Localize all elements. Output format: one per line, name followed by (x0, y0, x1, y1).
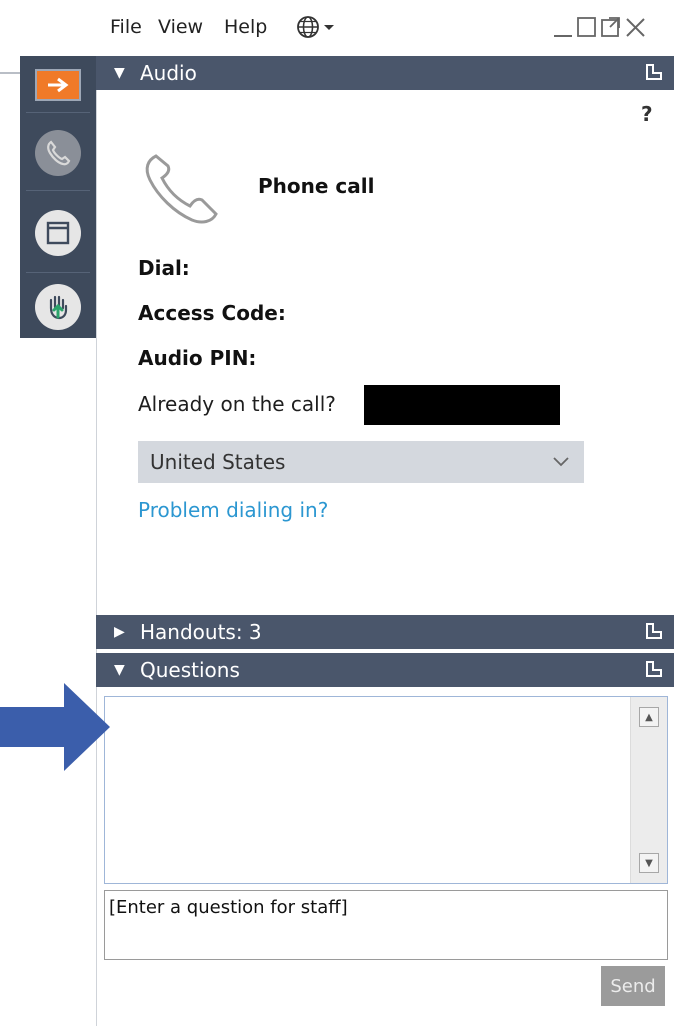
problem-dialing-link[interactable]: Problem dialing in? (138, 498, 328, 522)
divider-line (0, 72, 20, 74)
menu-bar: File View Help (96, 0, 674, 56)
phone-icon (35, 130, 81, 176)
handouts-header-title: Handouts: 3 (140, 620, 262, 644)
scrollbar[interactable]: ▲ ▼ (630, 697, 667, 883)
minimize-icon[interactable] (552, 14, 574, 48)
scroll-up-button[interactable]: ▲ (639, 707, 659, 727)
language-globe-icon[interactable] (294, 13, 340, 46)
dial-label: Dial: (138, 256, 190, 280)
redacted-box (364, 385, 560, 425)
toolbar-raise-hand-button[interactable] (20, 276, 96, 338)
country-select-value: United States (150, 450, 286, 474)
expand-triangle-icon: ▶ (114, 624, 125, 640)
popout-icon[interactable] (600, 14, 622, 48)
question-input[interactable] (104, 890, 668, 960)
maximize-icon[interactable] (576, 14, 598, 48)
popout-icon[interactable] (646, 661, 662, 677)
pointer-arrow-icon (0, 683, 112, 775)
access-code-label: Access Code: (138, 301, 286, 325)
audio-section-header[interactable]: ▼ Audio (96, 56, 674, 90)
raise-hand-icon (35, 284, 81, 330)
audio-pin-label: Audio PIN: (138, 346, 257, 370)
help-icon[interactable]: ? (641, 102, 653, 126)
scroll-down-button[interactable]: ▼ (639, 853, 659, 873)
audio-header-title: Audio (140, 61, 197, 85)
popout-icon[interactable] (646, 623, 662, 639)
close-icon[interactable] (624, 14, 648, 48)
phone-icon (140, 152, 222, 232)
arrow-right-icon (35, 69, 81, 101)
chevron-down-icon (552, 441, 570, 499)
country-select[interactable]: United States (138, 441, 584, 483)
handouts-section-header[interactable]: ▶ Handouts: 3 (96, 615, 674, 649)
toolbar-separator (26, 190, 90, 191)
phone-call-label: Phone call (258, 174, 375, 198)
questions-log[interactable]: ▲ ▼ (104, 696, 668, 884)
menu-file[interactable]: File (110, 16, 142, 38)
collapse-triangle-icon: ▼ (114, 65, 125, 81)
questions-header-title: Questions (140, 658, 240, 682)
toolbar-window-button[interactable] (20, 196, 96, 270)
toolbar-audio-button[interactable] (20, 118, 96, 188)
toolbar-separator (26, 112, 90, 113)
already-on-call-label: Already on the call? (138, 392, 336, 416)
questions-section-header[interactable]: ▼ Questions (96, 653, 674, 687)
window-icon (35, 210, 81, 256)
toolbar-separator (26, 272, 90, 273)
collapse-triangle-icon: ▼ (114, 662, 125, 678)
menu-view[interactable]: View (158, 16, 203, 38)
popout-icon[interactable] (646, 64, 662, 80)
toolbar-collapse-button[interactable] (20, 64, 96, 106)
menu-help[interactable]: Help (224, 16, 267, 38)
send-button[interactable]: Send (601, 966, 665, 1006)
side-toolbar (20, 56, 96, 338)
